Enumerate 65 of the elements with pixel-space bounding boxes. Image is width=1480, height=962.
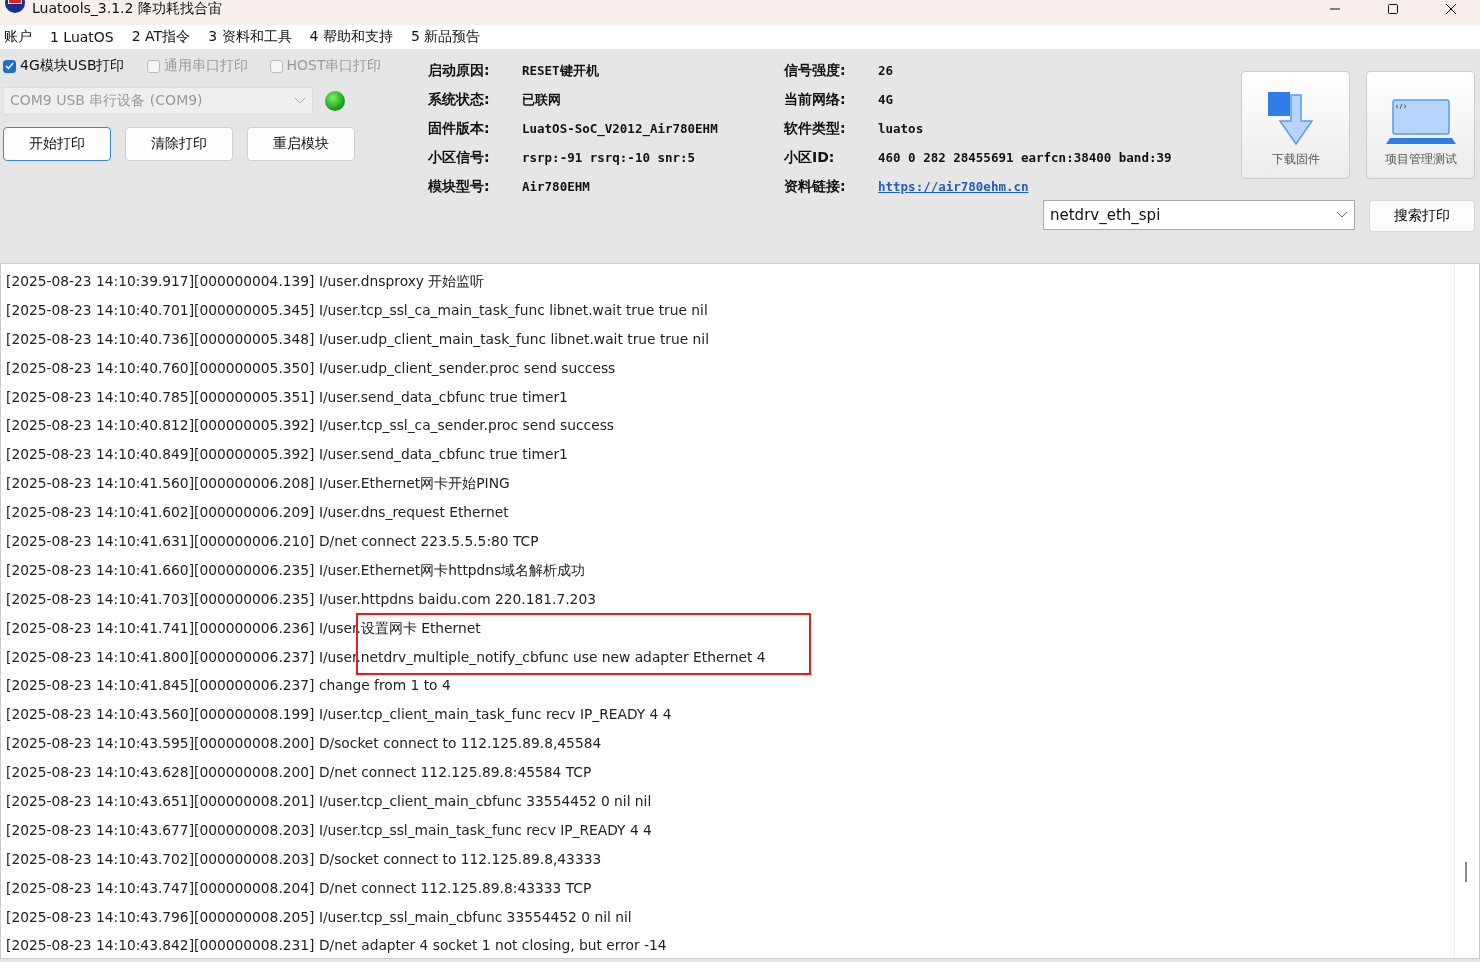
search-button[interactable]: 搜索打印	[1369, 200, 1475, 232]
log-line: [2025-08-23 14:10:43.595][000000008.200] D/socket connect to 112.125.89.8,45584	[5, 734, 603, 754]
tool-button[interactable]: 项目管理测试	[1366, 71, 1475, 179]
checkbox-label: HOST串口打印	[286, 57, 382, 75]
menu-item[interactable]: 5 新品预告	[410, 28, 481, 46]
log-line: [2025-08-23 14:10:41.703][000000006.235] I/user.httpdns baidu.com 220.181.7.203	[5, 589, 597, 609]
menu-item[interactable]: 账户	[4, 28, 32, 46]
log-line: [2025-08-23 14:10:43.702][000000008.203] D/socket connect to 112.125.89.8,43333	[5, 849, 603, 869]
checkbox-label: 通用串口打印	[163, 57, 248, 75]
app-logo-icon	[4, 0, 26, 14]
info-value: 460 0 282 28455691 earfcn:38400 band:39	[878, 149, 1172, 167]
log-line: [2025-08-23 14:10:40.785][000000005.351] I/user.send_data_cbfunc true timer1	[5, 387, 569, 407]
info-value: 26	[878, 62, 895, 80]
log-line: [2025-08-23 14:10:43.560][000000008.199] I/user.tcp_client_main_task_func recv IP_READY 4 4	[5, 705, 673, 725]
info-value: 已联网	[522, 91, 562, 109]
info-label: 小区ID:	[784, 148, 836, 167]
log-line: [2025-08-23 14:10:40.736][000000005.348] I/user.udp_client_main_task_func libnet.wait true true nil	[5, 329, 711, 349]
log-line: [2025-08-23 14:10:41.602][000000006.209] I/user.dns_request Ethernet	[5, 503, 510, 523]
action-button[interactable]: 清除打印	[125, 127, 233, 161]
log-line: [2025-08-23 14:10:43.796][000000008.205] I/user.tcp_ssl_main_cbfunc 33554452 0 nil nil	[5, 907, 633, 927]
docs-link[interactable]: https://air780ehm.cn	[878, 179, 1029, 194]
info-value: luatos	[878, 120, 925, 138]
log-line: [2025-08-23 14:10:39.917][000000004.139] I/user.dnsproxy 开始监听	[5, 272, 486, 291]
action-button[interactable]: 重启模块	[247, 127, 355, 161]
log-line: [2025-08-23 14:10:43.747][000000008.204] D/net connect 112.125.89.8:43333 TCP	[5, 878, 593, 898]
laptop-icon	[1385, 99, 1456, 145]
checkbox[interactable]	[3, 59, 16, 73]
log-line: [2025-08-23 14:10:41.560][000000006.208] I/user.Ethernet网卡开始PING	[5, 474, 511, 494]
log-line: [2025-08-23 14:10:41.845][000000006.237] change from 1 to 4	[5, 676, 452, 696]
scrollbar-thumb[interactable]	[1465, 862, 1467, 882]
info-value: Air780EHM	[522, 178, 591, 196]
search-field[interactable]: netdrv_eth_spi	[1043, 200, 1355, 230]
info-label: 系统状态:	[428, 90, 491, 109]
tool-button[interactable]: 下载固件	[1241, 71, 1350, 179]
chevron-down-icon	[1336, 211, 1348, 219]
info-label: 资料链接:	[784, 177, 847, 196]
log-line: [2025-08-23 14:10:43.842][000000008.231] D/net adapter 4 socket 1 not closing, but error -14	[5, 936, 668, 956]
info-label: 固件版本:	[428, 119, 491, 138]
menu-item[interactable]: 2 AT指令	[131, 28, 191, 46]
info-label: 启动原因:	[428, 61, 491, 80]
info-label: 模块型号:	[428, 177, 491, 196]
chevron-down-icon	[294, 97, 306, 105]
info-value: LuatOS-SoC_V2012_Air780EHM	[522, 120, 719, 138]
log-line: [2025-08-23 14:10:41.631][000000006.210] D/net connect 223.5.5.5:80 TCP	[5, 532, 540, 551]
log-line: [2025-08-23 14:10:41.660][000000006.235] I/user.Ethernet网卡httpdns域名解析成功	[5, 560, 587, 580]
log-line: [2025-08-23 14:10:40.760][000000005.350] I/user.udp_client_sender.proc send success	[5, 358, 617, 378]
menu-item[interactable]: 3 资料和工具	[208, 28, 292, 46]
info-label: 软件类型:	[784, 119, 847, 138]
info-label: 小区信号:	[428, 148, 491, 167]
log-line: [2025-08-23 14:10:40.701][000000005.345] I/user.tcp_ssl_ca_main_task_func libnet.wait true true nil	[5, 300, 709, 320]
info-value: RESET键开机	[522, 62, 600, 80]
info-label: 当前网络:	[784, 90, 847, 109]
menu-item[interactable]: 4 帮助和支持	[309, 28, 393, 46]
info-label: 信号强度:	[784, 61, 847, 80]
window-title: Luatools_3.1.2 降功耗找合宙	[32, 0, 222, 16]
info-value: rsrp:-91 rsrq:-10 snr:5	[522, 149, 697, 167]
checkbox-label: 4G模块USB打印	[20, 57, 125, 75]
log-line: [2025-08-23 14:10:43.651][000000008.201] I/user.tcp_client_main_cbfunc 33554452 0 nil nil	[5, 792, 653, 812]
log-line: [2025-08-23 14:10:43.628][000000008.200] D/net connect 112.125.89.8:45584 TCP	[5, 763, 593, 783]
log-line: [2025-08-23 14:10:40.849][000000005.392] I/user.send_data_cbfunc true timer1	[5, 445, 569, 465]
action-button[interactable]: 开始打印	[3, 127, 111, 161]
info-value: 4G	[878, 91, 895, 109]
log-line: [2025-08-23 14:10:43.677][000000008.203] I/user.tcp_ssl_main_task_func recv IP_READY 4 4	[5, 820, 653, 840]
menu-item[interactable]: 1 LuatOS	[50, 29, 114, 45]
log-line: [2025-08-23 14:10:40.812][000000005.392] I/user.tcp_ssl_ca_sender.proc send success	[5, 416, 616, 436]
